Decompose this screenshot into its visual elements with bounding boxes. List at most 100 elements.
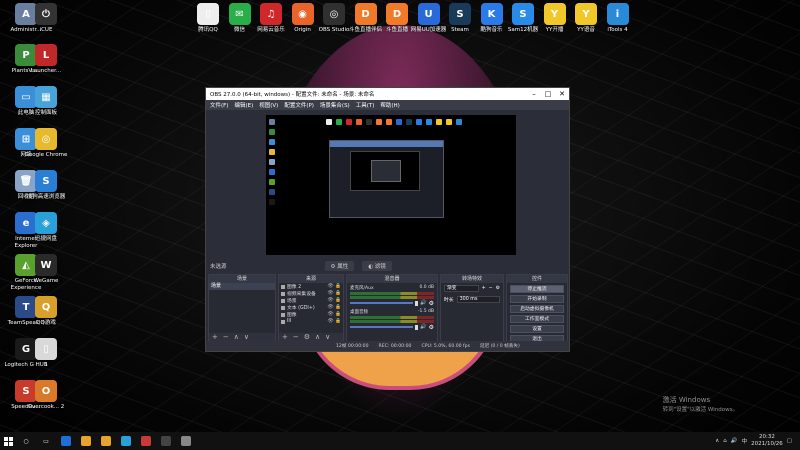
desktop-icon-label: Google Chrome: [24, 152, 68, 158]
source-item[interactable]: 图像 2 👁 🔒: [279, 283, 343, 290]
app-icon: [161, 436, 171, 446]
remove-icon[interactable]: −: [489, 286, 493, 291]
source-item[interactable]: 文本 (GDI+) 👁 🔒: [279, 304, 343, 311]
close-button[interactable]: ✕: [555, 90, 569, 98]
menu-scene-collection[interactable]: 场景集合(S): [320, 101, 350, 109]
taskbar-app[interactable]: [56, 432, 76, 450]
taskbar-app[interactable]: [156, 432, 176, 450]
gear-icon[interactable]: ⚙: [429, 300, 434, 307]
desktop-icon[interactable]: W WeGame: [24, 254, 68, 285]
add-icon[interactable]: +: [282, 333, 288, 341]
source-item[interactable]: 场景 👁 🔒: [279, 297, 343, 304]
desktop-icon[interactable]: Q QQ游戏: [24, 296, 68, 327]
menu-file[interactable]: 文件(F): [210, 101, 228, 109]
taskbar-app[interactable]: [116, 432, 136, 450]
app-icon: ⏻: [35, 3, 57, 25]
speaker-icon[interactable]: 🔊: [420, 300, 426, 306]
network-icon[interactable]: ⌂: [723, 438, 727, 444]
desktop-icon-label: YY开播: [545, 27, 564, 33]
desktop-icon[interactable]: S 搜狗高速浏览器: [24, 170, 68, 201]
speaker-icon[interactable]: 🔊: [420, 324, 426, 330]
volume-slider[interactable]: [415, 300, 419, 306]
add-icon[interactable]: +: [482, 286, 486, 291]
menu-profile[interactable]: 配置文件(P): [284, 101, 314, 109]
app-icon: ◉: [291, 3, 314, 25]
desktop-icon-label: 搜狗高速浏览器: [26, 194, 66, 200]
obs-title-text: OBS 27.0.0 (64-bit, windows) - 配置文件: 未命名…: [210, 92, 375, 98]
obs-statusbar: 12帧 00:00:00 REC: 00:00:00 CPU: 5.0%, 60…: [206, 341, 569, 351]
up-icon[interactable]: ∧: [234, 333, 239, 341]
app-icon: D: [386, 3, 408, 25]
studio-mode-button[interactable]: 工作室模式: [510, 315, 564, 323]
transitions-header: 转场特效: [441, 275, 503, 283]
settings-button[interactable]: 设置: [510, 325, 564, 333]
taskbar-app[interactable]: [176, 432, 196, 450]
remove-icon[interactable]: −: [293, 333, 299, 341]
mixer-header: 混音器: [347, 275, 437, 283]
desktop-icon-label: Overcook... 2: [27, 404, 65, 410]
taskbar-app[interactable]: [136, 432, 156, 450]
volume-slider[interactable]: [415, 324, 419, 330]
menu-help[interactable]: 帮助(H): [380, 101, 399, 109]
taskbar-app[interactable]: [96, 432, 116, 450]
source-item[interactable]: 视频采集设备 👁 🔒: [279, 290, 343, 297]
desktop-icon[interactable]: i iTools 4: [596, 3, 640, 34]
desktop-icon[interactable]: ▯ 1: [24, 338, 68, 369]
stop-streaming-button[interactable]: 停止推流: [510, 285, 564, 293]
menu-tools[interactable]: 工具(T): [356, 101, 375, 109]
app-icon: S: [512, 3, 534, 25]
obs-titlebar[interactable]: OBS 27.0.0 (64-bit, windows) - 配置文件: 未命名…: [206, 88, 569, 100]
desktop-icon[interactable]: L Launcher...: [24, 44, 68, 75]
properties-button[interactable]: ⚙ 属性: [324, 261, 355, 271]
desktop-icon[interactable]: ◈ 迅捷网盘: [24, 212, 68, 243]
down-icon[interactable]: ∨: [325, 333, 330, 341]
obs-window[interactable]: OBS 27.0.0 (64-bit, windows) - 配置文件: 未命名…: [205, 87, 570, 352]
desktop-icon-label: iTools 4: [607, 27, 628, 33]
volume-meter: [350, 296, 434, 299]
preview-nested-obs: [329, 140, 444, 218]
cpu-status: CPU: 5.0%, 60.00 fps: [421, 343, 470, 349]
virtual-camera-button[interactable]: 启动虚拟摄像机: [510, 305, 564, 313]
desktop-icon-label: 酷狗音乐: [480, 27, 503, 33]
desktop-icon-label: iCUE: [39, 27, 53, 33]
activation-watermark: 激活 Windows 转到"设置"以激活 Windows。: [662, 396, 738, 413]
source-item[interactable]: III 👁 🔒: [279, 318, 343, 325]
maximize-button[interactable]: □: [541, 90, 555, 98]
taskbar-app[interactable]: [76, 432, 96, 450]
clock[interactable]: 20:32 2021/10/26: [751, 434, 783, 448]
mixer-channel-mic: 麦克风/Aux 0.0 dB 🔊 ⚙: [350, 285, 434, 307]
desktop-icon-label: 斗鱼直播: [385, 27, 408, 33]
obs-preview[interactable]: [266, 115, 516, 255]
transition-select[interactable]: 渐变: [444, 285, 479, 292]
menu-edit[interactable]: 编辑(E): [234, 101, 253, 109]
settings-icon[interactable]: ⚙: [304, 333, 310, 341]
app-icon: Q: [35, 296, 57, 318]
desktop-icon[interactable]: ⏻ iCUE: [24, 3, 68, 34]
filters-button[interactable]: ◐ 滤镜: [362, 261, 392, 271]
search-icon[interactable]: ○: [16, 432, 36, 450]
minimize-button[interactable]: –: [527, 90, 541, 98]
gear-icon[interactable]: ⚙: [429, 324, 434, 331]
notification-icon[interactable]: ▢: [787, 438, 792, 444]
task-view-icon[interactable]: ▭: [36, 432, 56, 450]
ime-indicator[interactable]: 中: [742, 437, 748, 445]
down-icon[interactable]: ∨: [244, 333, 249, 341]
start-button[interactable]: [0, 432, 16, 450]
add-icon[interactable]: +: [212, 333, 218, 341]
up-icon[interactable]: ∧: [315, 333, 320, 341]
scenes-dock: 场景 场景 + − ∧ ∨: [208, 274, 276, 342]
desktop-icon-label: 迅捷网盘: [34, 236, 57, 242]
source-item[interactable]: 图像 👁 🔒: [279, 311, 343, 318]
desktop-icon[interactable]: O Overcook... 2: [24, 380, 68, 411]
chevron-up-icon[interactable]: ∧: [715, 438, 719, 444]
remove-icon[interactable]: −: [223, 333, 229, 341]
gear-icon[interactable]: ⚙: [496, 286, 500, 291]
start-recording-button[interactable]: 开始录制: [510, 295, 564, 303]
desktop-icon[interactable]: ▦ 控制面板: [24, 86, 68, 117]
scene-item[interactable]: 场景: [209, 283, 275, 290]
volume-icon[interactable]: 🔊: [731, 438, 738, 444]
duration-input[interactable]: 300 ms: [456, 296, 500, 303]
menu-view[interactable]: 视图(V): [259, 101, 278, 109]
desktop-icon[interactable]: ◎ Google Chrome: [24, 128, 68, 159]
app-icon: D: [354, 3, 377, 25]
